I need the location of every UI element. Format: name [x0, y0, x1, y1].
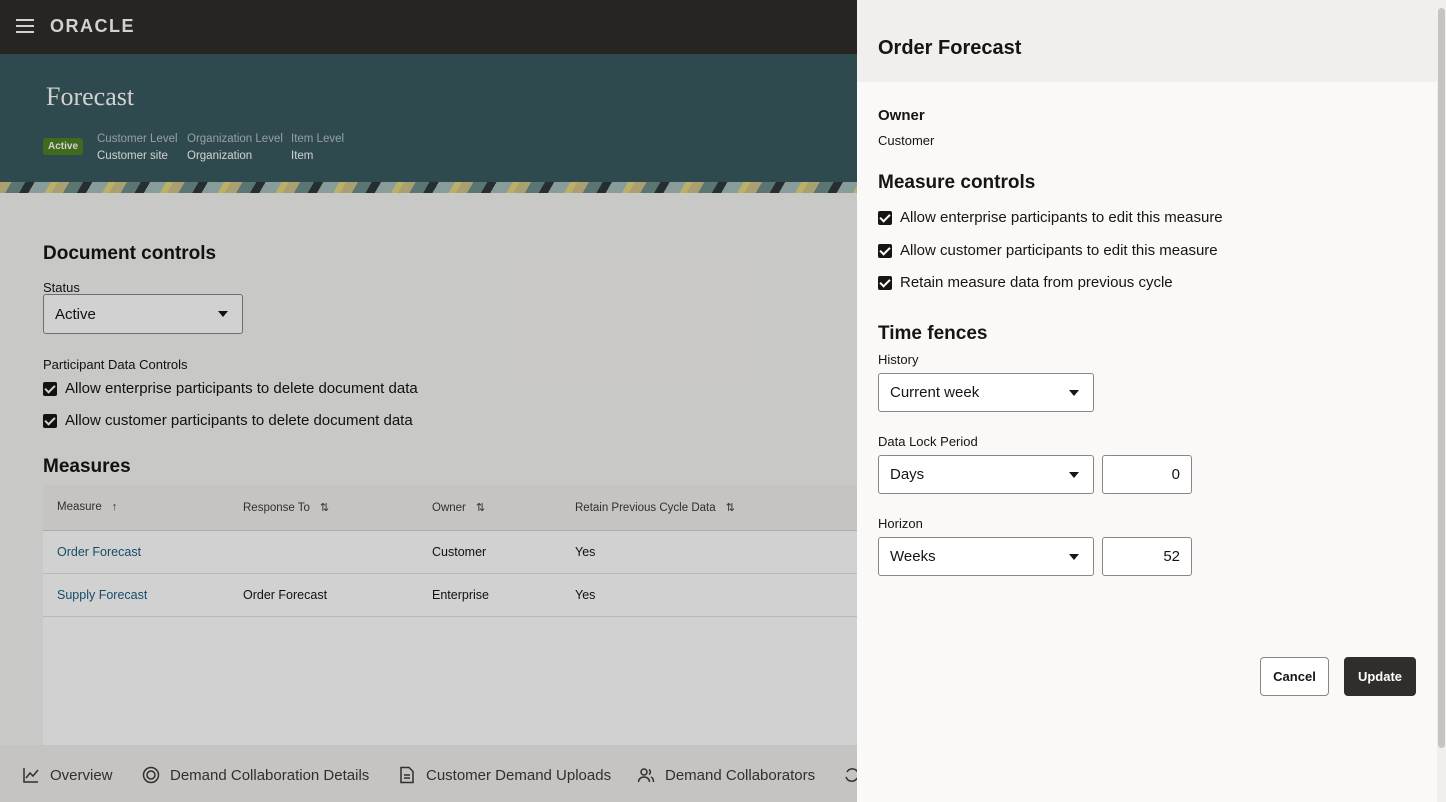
drawer-title: Order Forecast: [878, 37, 1022, 59]
checkbox-customer-edit[interactable]: Allow customer participants to edit this…: [878, 242, 1218, 259]
owner-label: Owner: [878, 107, 925, 124]
cancel-button[interactable]: Cancel: [1260, 657, 1329, 696]
data-lock-period-input[interactable]: 0: [1102, 455, 1192, 494]
history-label: History: [878, 352, 919, 367]
checkbox-retain-data[interactable]: Retain measure data from previous cycle: [878, 274, 1173, 291]
horizon-unit-value: Weeks: [890, 548, 936, 565]
chevron-down-icon: [1069, 553, 1079, 560]
time-fences-title: Time fences: [878, 323, 988, 344]
modal-scrim[interactable]: [0, 0, 857, 802]
checkbox-label: Retain measure data from previous cycle: [900, 274, 1173, 291]
checkbox-checked-icon[interactable]: [878, 275, 892, 290]
update-button[interactable]: Update: [1344, 657, 1416, 696]
checkbox-label: Allow enterprise participants to edit th…: [900, 209, 1223, 226]
scrollbar[interactable]: [1437, 0, 1446, 802]
measure-controls-title: Measure controls: [878, 172, 1036, 193]
history-select[interactable]: Current week: [878, 373, 1094, 412]
data-lock-period-label: Data Lock Period: [878, 434, 978, 449]
order-forecast-drawer: Order Forecast Owner Customer Measure co…: [857, 0, 1437, 802]
data-lock-unit-select[interactable]: Days: [878, 455, 1094, 494]
horizon-value: 52: [1163, 548, 1180, 565]
checkbox-checked-icon[interactable]: [878, 243, 892, 258]
horizon-unit-select[interactable]: Weeks: [878, 537, 1094, 576]
horizon-input[interactable]: 52: [1102, 537, 1192, 576]
drawer-header: Order Forecast: [857, 0, 1437, 82]
checkbox-label: Allow customer participants to edit this…: [900, 242, 1218, 259]
horizon-label: Horizon: [878, 516, 923, 531]
owner-value: Customer: [878, 133, 935, 148]
chevron-down-icon: [1069, 471, 1079, 478]
checkbox-enterprise-edit[interactable]: Allow enterprise participants to edit th…: [878, 209, 1223, 226]
checkbox-checked-icon[interactable]: [878, 210, 892, 225]
history-select-value: Current week: [890, 384, 980, 401]
data-lock-unit-value: Days: [890, 466, 925, 483]
data-lock-period-value: 0: [1171, 466, 1180, 483]
chevron-down-icon: [1069, 389, 1079, 396]
scrollbar-thumb[interactable]: [1438, 8, 1445, 748]
